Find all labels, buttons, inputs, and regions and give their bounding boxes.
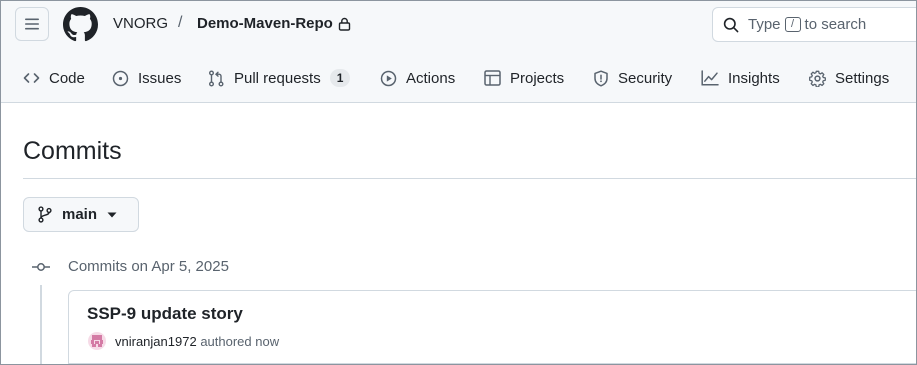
breadcrumb-owner-link[interactable]: VNORG [113,15,168,32]
github-logo-icon[interactable] [63,7,98,42]
browser-frame: VNORG / Demo-Maven-Repo Type / to search… [0,0,917,365]
menu-button[interactable] [15,7,49,41]
commit-time: now [255,334,280,349]
branch-select-button[interactable]: main [23,197,139,232]
table-icon [484,70,501,86]
search-icon [723,17,739,32]
divider [23,178,916,179]
tab-settings-label: Settings [835,69,890,87]
breadcrumb-repo-link[interactable]: Demo-Maven-Repo [197,15,333,32]
lock-icon [338,17,351,31]
tab-settings[interactable]: Settings [809,59,889,97]
tab-actions[interactable]: Actions [380,59,455,97]
commit-author-link[interactable]: vniranjan1972 [115,334,197,349]
search-prefix-text: Type [748,16,781,33]
tab-code[interactable]: Code [23,59,85,97]
commit-action-text: authored [200,334,252,349]
chevron-down-icon [107,212,117,217]
commit-list-item: SSP-9 update story vniranjan1972 authore… [68,290,916,364]
shield-icon [594,69,608,87]
search-input[interactable]: Type / to search [712,7,916,42]
branch-name: main [62,206,98,223]
commit-title-link[interactable]: SSP-9 update story [87,304,243,324]
tab-insights[interactable]: Insights [701,59,780,97]
repo-header: VNORG / Demo-Maven-Repo Type / to search… [1,1,916,103]
search-key-hint: / [784,17,801,32]
hamburger-icon [25,18,39,30]
breadcrumb-separator: / [178,14,183,31]
play-icon [380,70,397,86]
tab-projects-label: Projects [510,69,565,87]
page-title: Commits [23,137,122,165]
tab-security-label: Security [618,69,673,87]
tab-projects[interactable]: Projects [484,59,564,97]
tab-issues-label: Issues [138,69,182,87]
avatar[interactable] [88,332,106,350]
tab-actions-label: Actions [406,69,456,87]
git-commit-icon [32,263,50,271]
commit-meta: vniranjan1972 authored now [115,334,279,349]
tab-pull-requests-label: Pull requests [234,69,321,87]
git-branch-icon [38,206,52,223]
search-suffix-text: to search [804,16,867,33]
commit-timeline-line [40,285,42,364]
divider [69,363,916,364]
code-icon [23,73,40,83]
identicon-icon [91,335,103,347]
gear-icon [809,70,826,87]
tab-pull-requests[interactable]: Pull requests 1 [208,59,351,97]
tab-insights-label: Insights [728,69,780,87]
issue-icon [112,70,129,86]
pull-request-icon [209,70,224,86]
graph-icon [701,70,719,86]
tab-code-label: Code [49,69,85,87]
tab-issues[interactable]: Issues [112,59,181,97]
tab-security[interactable]: Security [593,59,672,97]
pull-requests-count-badge: 1 [329,69,351,87]
commit-group-date-heading: Commits on Apr 5, 2025 [68,258,229,275]
